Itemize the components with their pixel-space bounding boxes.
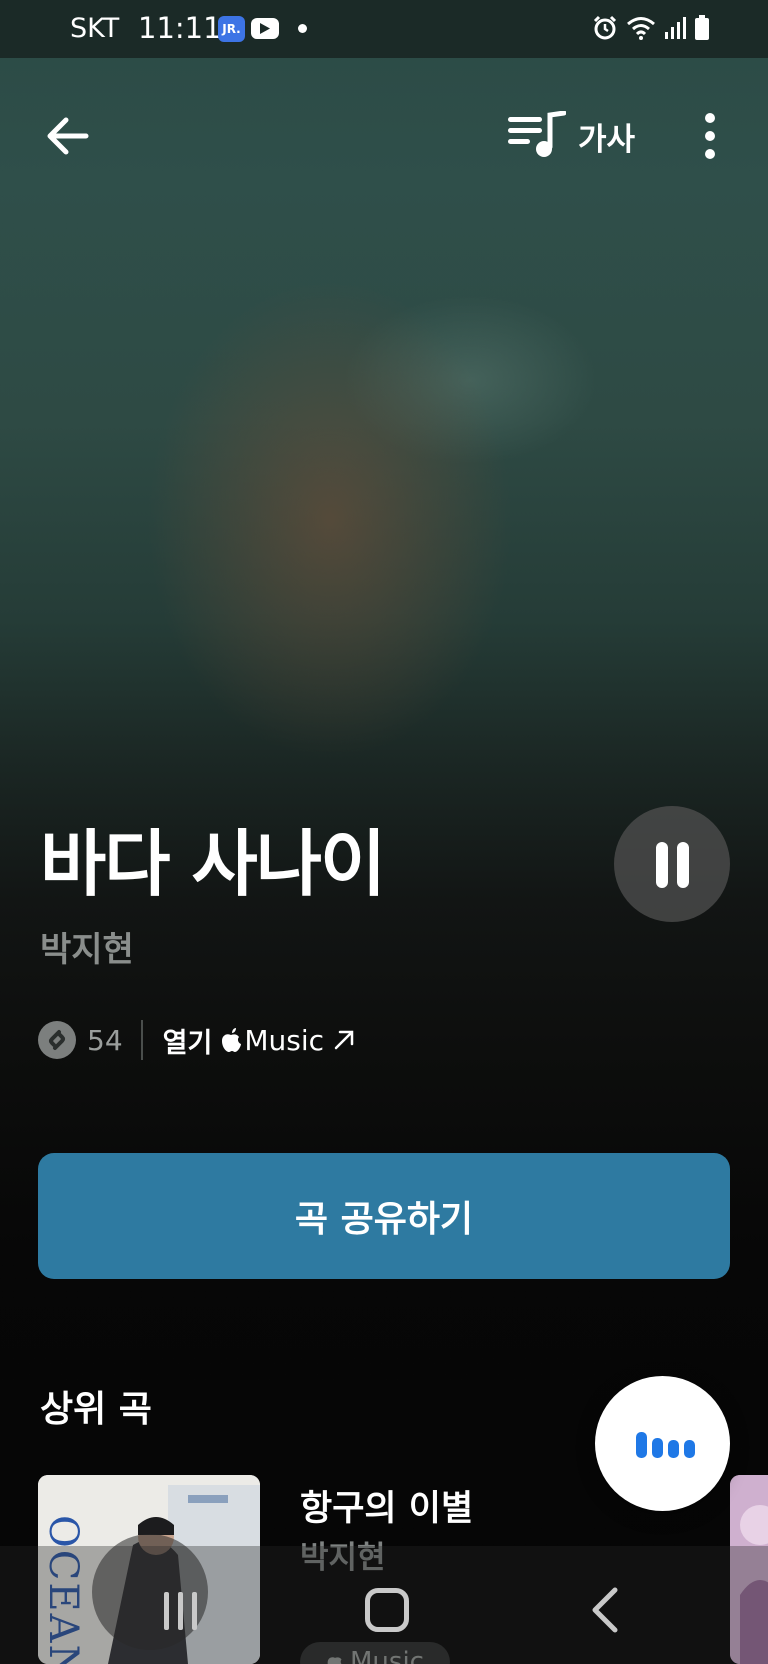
share-song-button[interactable]: 곡 공유하기 bbox=[38, 1153, 730, 1279]
shazam-icon bbox=[38, 1021, 76, 1059]
system-navigation-bar bbox=[0, 1546, 768, 1664]
top-songs-title: 상위 곡 bbox=[40, 1389, 152, 1430]
wifi-icon bbox=[627, 17, 655, 40]
alarm-icon bbox=[593, 15, 617, 40]
pause-icon bbox=[656, 842, 668, 888]
shazam-listen-button[interactable] bbox=[595, 1376, 730, 1511]
pause-button[interactable] bbox=[614, 806, 730, 922]
open-label: 열기 bbox=[162, 1027, 213, 1059]
recent-apps-button[interactable] bbox=[150, 1586, 210, 1634]
more-options-button[interactable] bbox=[692, 110, 728, 162]
signal-icon bbox=[665, 17, 686, 39]
status-bar: SKT 11:11 JR. bbox=[0, 0, 768, 58]
system-status-icons bbox=[592, 15, 710, 41]
meta-divider bbox=[140, 1020, 143, 1060]
lyrics-button[interactable]: 가사 bbox=[506, 108, 635, 164]
home-button[interactable] bbox=[365, 1588, 409, 1632]
shazam-count: 54 bbox=[87, 1023, 123, 1057]
lyrics-note-icon bbox=[508, 111, 566, 157]
arrow-left-icon bbox=[47, 117, 89, 155]
recent-apps-icon bbox=[164, 1592, 197, 1630]
carrier-label: SKT bbox=[70, 13, 120, 44]
more-notifications-dot-icon bbox=[298, 24, 307, 33]
app-notification-icon: JR. bbox=[218, 16, 245, 42]
open-in-apple-music-link[interactable]: 열기 Music bbox=[163, 1021, 356, 1060]
share-song-label: 곡 공유하기 bbox=[294, 1199, 474, 1240]
chevron-left-icon bbox=[592, 1587, 618, 1633]
track-title: 바다 사나이 bbox=[40, 822, 386, 906]
more-vertical-icon bbox=[705, 113, 715, 159]
arrow-up-right-icon bbox=[334, 1030, 354, 1050]
system-back-button[interactable] bbox=[585, 1582, 625, 1638]
lyrics-label: 가사 bbox=[578, 121, 636, 158]
battery-icon bbox=[695, 15, 709, 40]
apple-music-label: Music bbox=[244, 1023, 324, 1057]
clock-label: 11:11 bbox=[138, 11, 222, 45]
back-button[interactable] bbox=[42, 110, 94, 162]
apple-icon bbox=[222, 1028, 242, 1052]
youtube-notification-icon bbox=[251, 18, 279, 39]
track-meta-row: 54 열기 Music bbox=[38, 1018, 356, 1062]
top-song-title[interactable]: 항구의 이별 bbox=[300, 1480, 473, 1531]
track-artist[interactable]: 박지현 bbox=[40, 922, 134, 971]
